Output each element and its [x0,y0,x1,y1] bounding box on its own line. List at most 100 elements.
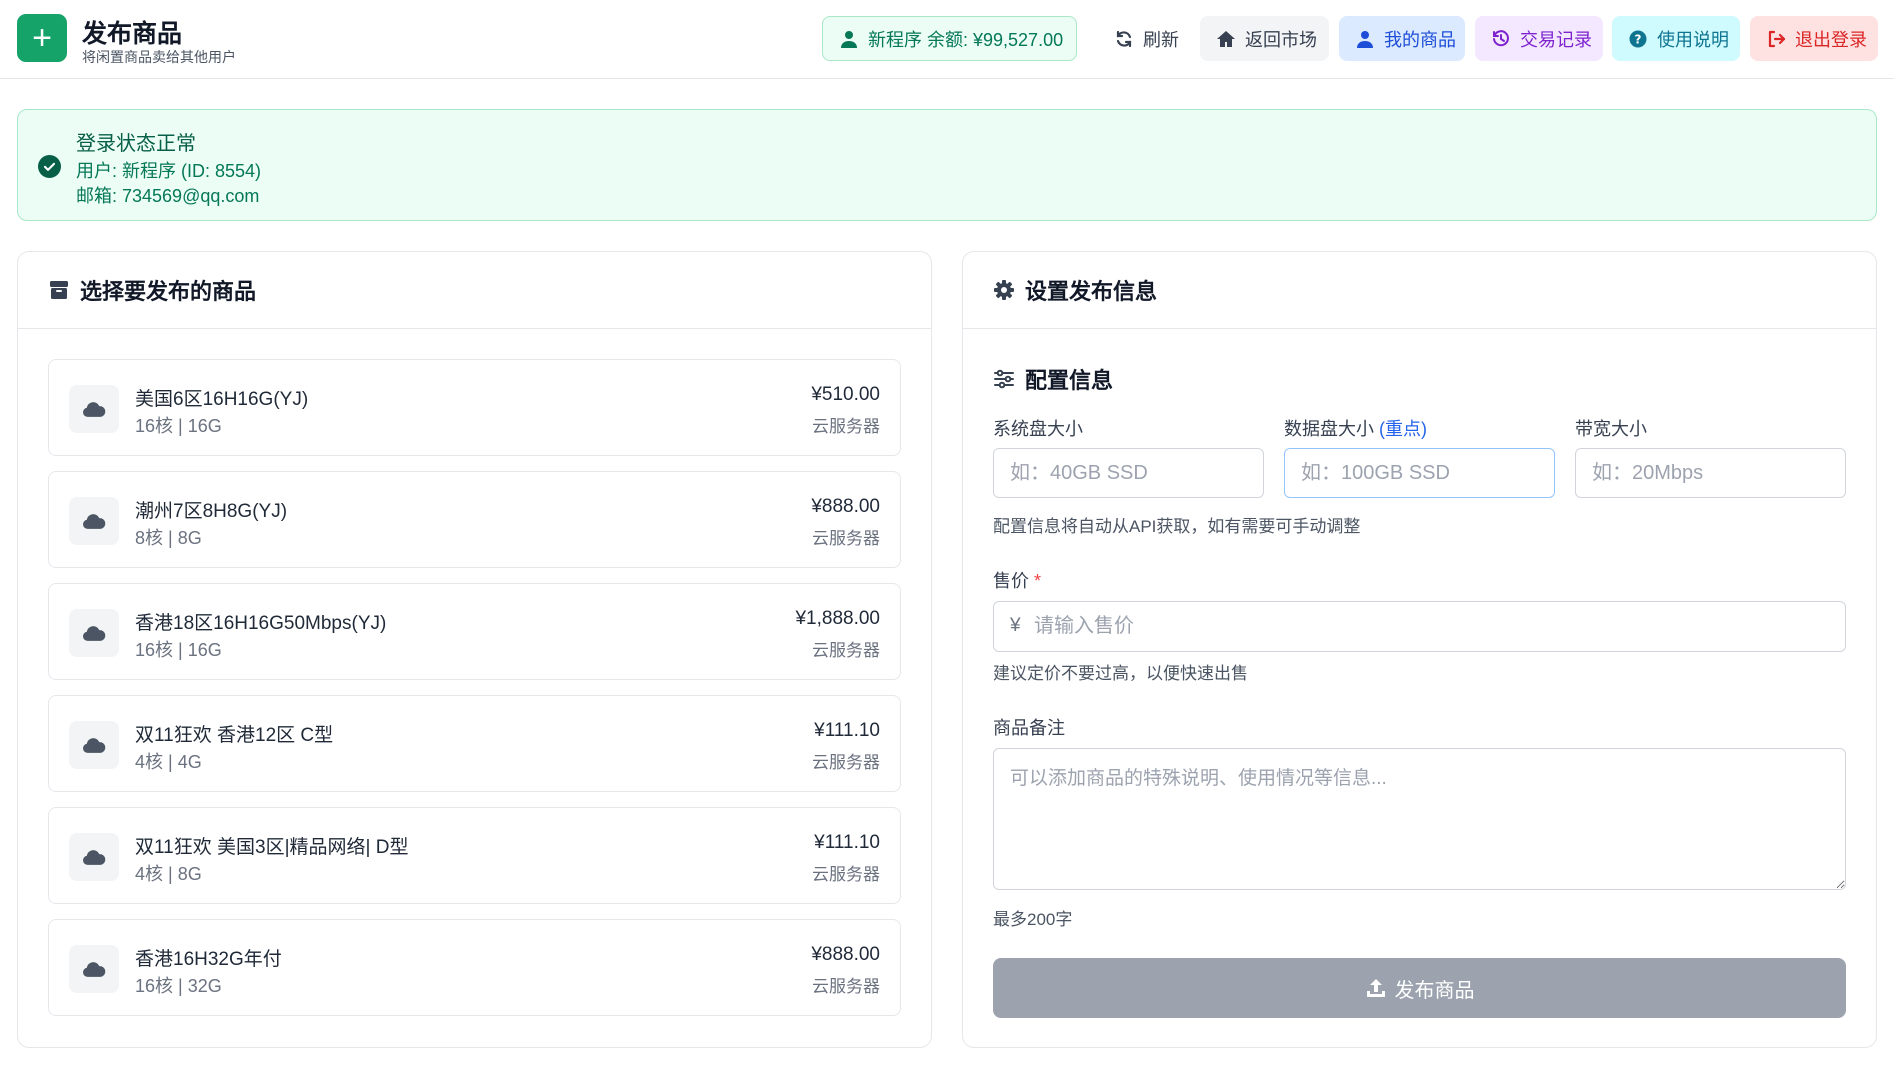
cloud-icon [69,609,119,657]
logout-label: 退出登录 [1795,29,1867,50]
alert-user-line: 用户: 新程序 (ID: 8554) [76,161,262,181]
upload-icon [1365,977,1387,999]
help-label: 使用说明 [1657,29,1729,50]
product-name: 香港16H32G年付 [135,949,282,970]
price-label: 售价 * [993,567,1041,593]
publish-settings-title: 设置发布信息 [1025,279,1158,304]
product-spec: 16核 | 16G [135,640,222,660]
product-type: 云服务器 [812,417,880,436]
help-button[interactable]: ? 使用说明 [1612,16,1740,61]
product-select-header: 选择要发布的商品 [18,252,931,329]
trade-history-button[interactable]: 交易记录 [1475,16,1603,61]
check-circle-icon [38,155,61,178]
logout-button[interactable]: 退出登录 [1750,16,1878,61]
box-icon [48,279,70,301]
user-balance-badge: 新程序 余额: ¥99,527.00 [822,16,1077,61]
data-disk-label: 数据盘大小 (重点) [1284,415,1427,441]
page-title: 发布商品 [82,20,183,48]
product-price: ¥111.10 [814,832,880,853]
required-mark: * [1034,571,1042,591]
currency-symbol: ¥ [1010,615,1021,636]
my-items-label: 我的商品 [1384,29,1456,50]
history-icon [1491,29,1511,49]
refresh-icon [1114,29,1134,49]
product-name: 双11狂欢 美国3区|精品网络| D型 [135,837,409,858]
product-item[interactable]: 双11狂欢 香港12区 C型 4核 | 4G ¥111.10 云服务器 [48,695,901,792]
remarks-label: 商品备注 [993,718,1065,738]
data-disk-label-text: 数据盘大小 [1284,419,1374,439]
top-header: + 发布商品 将闲置商品卖给其他用户 新程序 余额: ¥99,527.00 刷新… [0,0,1894,79]
product-price: ¥510.00 [811,384,880,405]
product-type: 云服务器 [812,529,880,548]
refresh-button[interactable]: 刷新 [1098,16,1188,61]
product-spec: 16核 | 16G [135,416,222,436]
product-type: 云服务器 [812,641,880,660]
price-input[interactable] [1034,603,1834,650]
price-hint: 建议定价不要过高，以便快速出售 [993,664,1248,683]
product-price: ¥888.00 [811,944,880,965]
sliders-icon [993,368,1015,390]
cloud-icon [69,833,119,881]
login-status-alert: 登录状态正常 用户: 新程序 (ID: 8554) 邮箱: 734569@qq.… [17,109,1877,221]
publish-button[interactable]: 发布商品 [993,958,1846,1018]
product-type: 云服务器 [812,977,880,996]
system-disk-input[interactable] [993,448,1264,498]
bandwidth-label: 带宽大小 [1575,419,1647,439]
svg-text:?: ? [1635,32,1642,46]
remarks-hint: 最多200字 [993,910,1073,929]
product-name: 美国6区16H16G(YJ) [135,389,309,410]
remarks-textarea[interactable] [993,748,1846,890]
alert-title: 登录状态正常 [76,133,196,155]
bandwidth-input[interactable] [1575,448,1846,498]
back-to-market-label: 返回市场 [1245,29,1317,50]
data-disk-emphasis: (重点) [1379,419,1428,439]
config-hint: 配置信息将自动从API获取，如有需要可手动调整 [993,517,1361,536]
alert-email-line: 邮箱: 734569@qq.com [76,186,260,206]
product-type: 云服务器 [812,753,880,772]
product-spec: 8核 | 8G [135,528,202,548]
refresh-label: 刷新 [1143,29,1179,50]
product-name: 潮州7区8H8G(YJ) [135,501,288,522]
product-select-panel: 选择要发布的商品 美国6区16H16G(YJ) 16核 | 16G ¥510.0… [17,251,932,1048]
user-icon [839,29,859,49]
question-circle-icon: ? [1628,29,1648,49]
cloud-icon [69,721,119,769]
home-icon [1216,29,1236,49]
logout-icon [1766,29,1786,49]
config-section-title: 配置信息 [993,363,1113,395]
product-item[interactable]: 美国6区16H16G(YJ) 16核 | 16G ¥510.00 云服务器 [48,359,901,456]
system-disk-label: 系统盘大小 [993,419,1083,439]
data-disk-input[interactable] [1284,448,1555,498]
price-label-text: 售价 [993,571,1029,591]
product-item[interactable]: 香港16H32G年付 16核 | 32G ¥888.00 云服务器 [48,919,901,1016]
product-spec: 4核 | 8G [135,864,202,884]
product-spec: 16核 | 32G [135,976,222,996]
cloud-icon [69,497,119,545]
user-icon [1355,29,1375,49]
publish-settings-panel: 设置发布信息 配置信息 系统盘大小 数据盘大小 (重点) 带宽大小 配置信息将自… [962,251,1877,1048]
publish-button-label: 发布商品 [1394,979,1475,1002]
product-name: 香港18区16H16G50Mbps(YJ) [135,613,387,634]
price-field[interactable]: ¥ [993,601,1846,652]
product-name: 双11狂欢 香港12区 C型 [135,725,334,746]
page-subtitle: 将闲置商品卖给其他用户 [82,49,236,65]
product-item[interactable]: 香港18区16H16G50Mbps(YJ) 16核 | 16G ¥1,888.0… [48,583,901,680]
product-spec: 4核 | 4G [135,752,202,772]
product-price: ¥111.10 [814,720,880,741]
product-select-title: 选择要发布的商品 [80,279,257,304]
cloud-icon [69,945,119,993]
my-items-button[interactable]: 我的商品 [1339,16,1465,61]
cloud-icon [69,385,119,433]
product-type: 云服务器 [812,865,880,884]
publish-settings-header: 设置发布信息 [963,252,1876,329]
product-price: ¥1,888.00 [795,608,880,629]
product-item[interactable]: 潮州7区8H8G(YJ) 8核 | 8G ¥888.00 云服务器 [48,471,901,568]
gear-icon [993,279,1015,301]
back-to-market-button[interactable]: 返回市场 [1200,16,1329,61]
product-price: ¥888.00 [811,496,880,517]
product-item[interactable]: 双11狂欢 美国3区|精品网络| D型 4核 | 8G ¥111.10 云服务器 [48,807,901,904]
user-balance-text: 新程序 余额: ¥99,527.00 [868,29,1064,50]
config-section-label: 配置信息 [1025,368,1114,393]
add-logo-icon: + [17,14,67,62]
trade-history-label: 交易记录 [1520,29,1592,50]
